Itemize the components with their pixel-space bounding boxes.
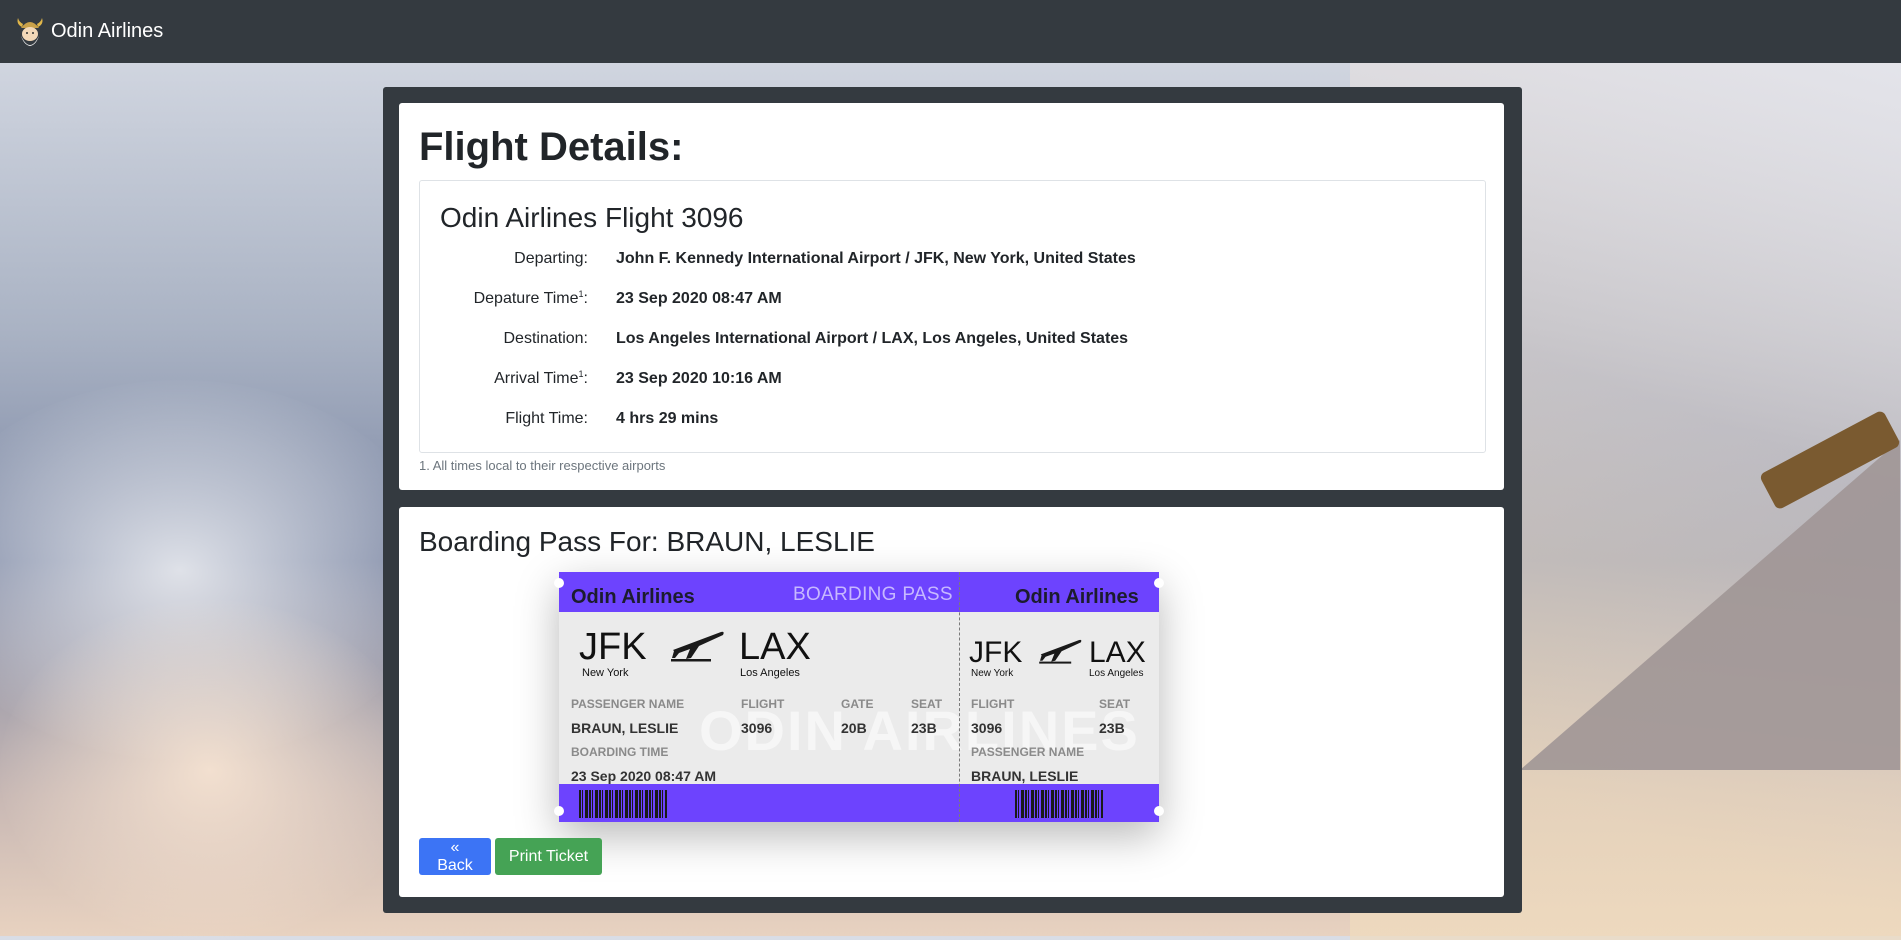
ticket-notch [554, 806, 564, 816]
stub-seat-value: 23B [1099, 720, 1125, 736]
departure-time-row: Depature Time1: 23 Sep 2020 08:47 AM [420, 287, 1485, 311]
stub-airplane-icon [1039, 639, 1082, 664]
stub-origin-code: JFK [969, 636, 1023, 669]
airplane-icon [671, 631, 724, 662]
destination-label: Destination: [503, 330, 589, 347]
print-ticket-button[interactable]: Print Ticket [495, 838, 602, 875]
arrival-time-value: 23 Sep 2020 10:16 AM [616, 370, 782, 387]
navbar: Odin Airlines [0, 0, 1901, 63]
departing-label: Departing: [514, 250, 588, 267]
flight-time-label: Flight Time: [505, 410, 588, 427]
brand-name: Odin Airlines [51, 19, 164, 42]
flight-details-card: Flight Details: Odin Airlines Flight 309… [399, 103, 1504, 490]
background-cloud [0, 600, 420, 940]
back-button[interactable]: « Back [419, 838, 491, 875]
flight-label: FLIGHT [741, 697, 785, 711]
stub-flight-label: FLIGHT [971, 697, 1015, 711]
ticket-notch [1154, 806, 1164, 816]
boarding-pass-heading: Boarding Pass For: BRAUN, LESLIE [419, 526, 875, 557]
stub-passenger-label: PASSENGER NAME [971, 745, 1085, 759]
stub-destination-code: LAX [1089, 636, 1146, 669]
viking-helmet-icon [17, 18, 43, 46]
arrival-time-label: Arrival Time1: [494, 369, 588, 388]
stub-flight-value: 3096 [971, 720, 1003, 736]
flight-value: 3096 [741, 720, 773, 736]
ticket-airline-name: Odin Airlines [571, 586, 695, 608]
flight-time-row: Flight Time: 4 hrs 29 mins [420, 407, 1485, 431]
destination-code: LAX [739, 626, 811, 668]
ticket-notch [1154, 578, 1164, 588]
passenger-name-value: BRAUN, LESLIE [571, 720, 679, 736]
gate-value: 20B [841, 720, 867, 736]
stub-airline-name: Odin Airlines [1015, 586, 1139, 608]
stub-passenger-value: BRAUN, LESLIE [971, 768, 1079, 784]
boarding-pass-card: Boarding Pass For: BRAUN, LESLIE ODIN AI… [399, 507, 1504, 897]
flight-title: Odin Airlines Flight 3096 [440, 202, 744, 233]
barcode [579, 790, 667, 818]
gate-label: GATE [841, 697, 874, 711]
stub-barcode [1015, 790, 1103, 818]
brand-link[interactable]: Odin Airlines [14, 11, 163, 51]
stub-origin-city: New York [971, 668, 1014, 679]
departing-value: John F. Kennedy International Airport / … [616, 250, 1136, 267]
flight-info-panel: Odin Airlines Flight 3096 Departing: Joh… [419, 180, 1486, 453]
stub-destination-city: Los Angeles [1089, 668, 1144, 679]
passenger-name-label: PASSENGER NAME [571, 697, 685, 711]
departure-time-value: 23 Sep 2020 08:47 AM [616, 290, 782, 307]
destination-value: Los Angeles International Airport / LAX,… [616, 330, 1129, 347]
boarding-time-value: 23 Sep 2020 08:47 AM [571, 768, 717, 784]
arrival-time-row: Arrival Time1: 23 Sep 2020 10:16 AM [420, 367, 1485, 391]
origin-code: JFK [579, 626, 647, 668]
stub-seat-label: SEAT [1099, 697, 1131, 711]
ticket-notch [554, 578, 564, 588]
flight-time-value: 4 hrs 29 mins [616, 410, 719, 427]
times-footnote: 1. All times local to their respective a… [419, 458, 666, 473]
boarding-pass-ticket: ODIN AIRLINES Odin Airlines BOARDING PAS… [554, 572, 1164, 822]
destination-city: Los Angeles [740, 667, 800, 679]
departing-row: Departing: John F. Kennedy International… [420, 247, 1485, 271]
background-wing [1520, 440, 1900, 770]
page-title: Flight Details: [419, 125, 684, 169]
seat-value: 23B [911, 720, 937, 736]
ticket-title: BOARDING PASS [793, 584, 953, 605]
seat-label: SEAT [911, 697, 943, 711]
destination-row: Destination: Los Angeles International A… [420, 327, 1485, 351]
origin-city: New York [582, 667, 629, 679]
boarding-time-label: BOARDING TIME [571, 745, 669, 759]
main-container: Flight Details: Odin Airlines Flight 309… [383, 87, 1522, 913]
ticket-perforation [959, 572, 960, 822]
departure-time-label: Depature Time1: [473, 289, 588, 308]
